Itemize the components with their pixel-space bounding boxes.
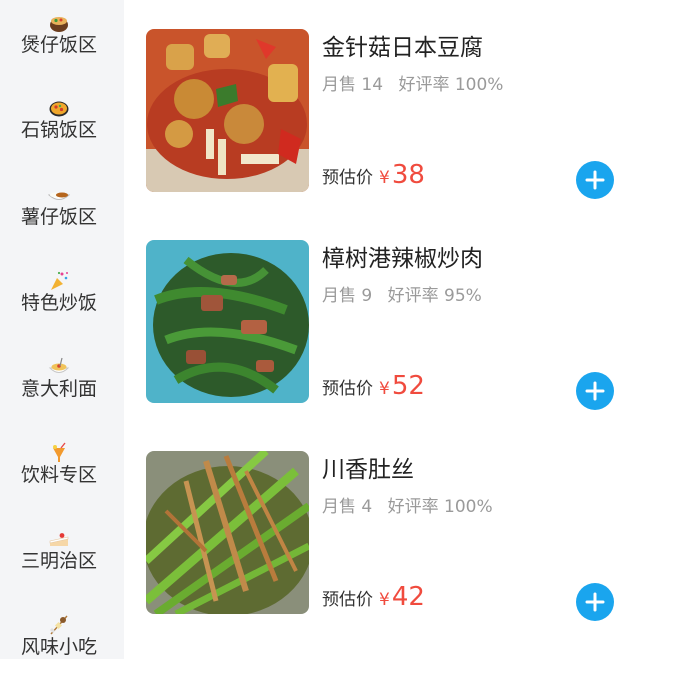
price-label: 预估价 (322, 379, 373, 399)
dish-card[interactable]: 川香肚丝 月售 4 好评率 100% 预估价 ¥42 (124, 422, 681, 633)
sidebar-item-label: 石锅饭区 (21, 119, 98, 141)
dish-photo-pepper-pork (146, 240, 309, 403)
currency-symbol: ¥ (379, 379, 390, 399)
sidebar-item-label: 三明治区 (21, 550, 98, 572)
dish-photo-tripe (146, 451, 309, 614)
dish-name: 金针菇日本豆腐 (322, 35, 483, 61)
sidebar-item-claypot-rice[interactable]: 煲仔饭区 (0, 12, 124, 98)
sidebar-item-label: 饮料专区 (21, 464, 98, 486)
rating: 好评率 100% (398, 75, 504, 95)
sidebar-item-stone-pot-rice[interactable]: 石锅饭区 (0, 97, 124, 183)
dish-card[interactable]: 樟树港辣椒炒肉 月售 9 好评率 95% 预估价 ¥52 (124, 211, 681, 422)
dish-card[interactable]: 金针菇日本豆腐 月售 14 好评率 100% 预估价 ¥38 (124, 0, 681, 211)
sidebar-item-drinks[interactable]: 饮料专区 (0, 442, 124, 528)
sidebar-item-potato-rice[interactable]: 薯仔饭区 (0, 184, 124, 270)
add-to-cart-button[interactable] (576, 372, 614, 410)
category-sidebar: 煲仔饭区 石锅饭区 薯仔饭区 特色炒饭 意大利面 饮料专区 三明治区 风味小吃 (0, 0, 124, 659)
sidebar-item-snacks[interactable]: 风味小吃 (0, 614, 124, 700)
add-to-cart-button[interactable] (576, 161, 614, 199)
currency-symbol: ¥ (379, 590, 390, 610)
price-label: 预估价 (322, 168, 373, 188)
rating: 好评率 95% (387, 286, 482, 306)
currency-symbol: ¥ (379, 168, 390, 188)
dish-photo-tofu (146, 29, 309, 192)
monthly-sales: 月售 4 (322, 497, 373, 517)
sidebar-item-spaghetti[interactable]: 意大利面 (0, 356, 124, 442)
sidebar-item-sandwich[interactable]: 三明治区 (0, 528, 124, 614)
monthly-sales: 月售 9 (322, 286, 373, 306)
price-value: 38 (391, 160, 425, 190)
sidebar-item-label: 煲仔饭区 (21, 34, 98, 56)
plus-icon (585, 381, 605, 401)
sidebar-item-label: 意大利面 (21, 378, 98, 400)
price-row: 预估价 ¥42 (322, 582, 425, 612)
price-row: 预估价 ¥52 (322, 371, 425, 401)
sidebar-item-label: 风味小吃 (21, 636, 98, 658)
dish-list: 金针菇日本豆腐 月售 14 好评率 100% 预估价 ¥38 樟树港辣椒炒肉 月… (124, 0, 681, 659)
price-value: 42 (391, 582, 425, 612)
plus-icon (585, 592, 605, 612)
plus-icon (585, 170, 605, 190)
sidebar-item-label: 特色炒饭 (21, 292, 98, 314)
price-value: 52 (391, 371, 425, 401)
dish-name: 川香肚丝 (322, 457, 414, 483)
price-row: 预估价 ¥38 (322, 160, 425, 190)
dish-meta: 月售 4 好评率 100% (322, 492, 503, 517)
monthly-sales: 月售 14 (322, 75, 384, 95)
dish-meta: 月售 9 好评率 95% (322, 281, 492, 306)
rating: 好评率 100% (387, 497, 493, 517)
add-to-cart-button[interactable] (576, 583, 614, 621)
dish-meta: 月售 14 好评率 100% (322, 70, 513, 95)
sidebar-item-label: 薯仔饭区 (21, 206, 98, 228)
dish-name: 樟树港辣椒炒肉 (322, 246, 483, 272)
sidebar-item-special-fried-rice[interactable]: 特色炒饭 (0, 270, 124, 356)
price-label: 预估价 (322, 590, 373, 610)
